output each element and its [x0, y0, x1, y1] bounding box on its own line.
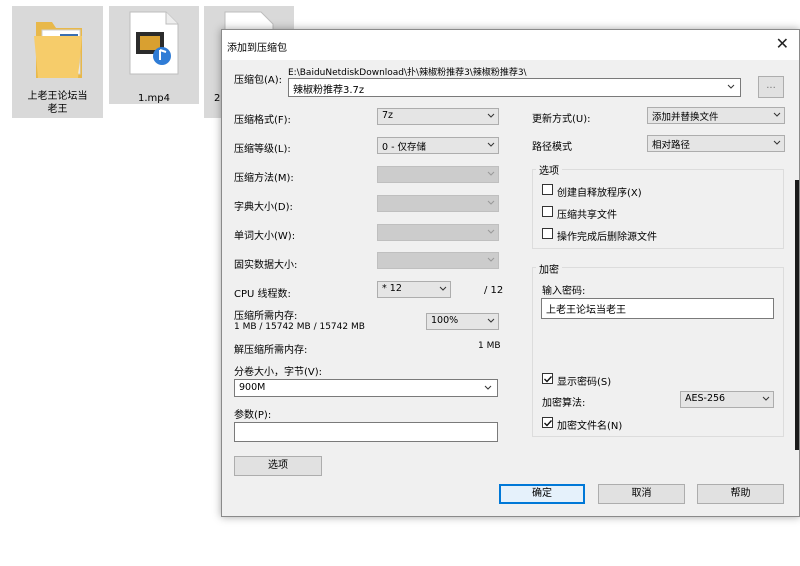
- cpu-value: * 12: [382, 283, 402, 294]
- checkmark-icon: [544, 376, 553, 383]
- level-label: 压缩等级(L):: [234, 144, 291, 155]
- checkmark-icon: [544, 420, 553, 427]
- options-button[interactable]: 选项: [234, 456, 322, 476]
- mem-compress-label: 压缩所需内存:: [234, 311, 298, 322]
- encrypt-method-select[interactable]: AES-256: [680, 391, 774, 408]
- mem-percent-select[interactable]: 100%: [426, 313, 499, 330]
- chevron-down-icon: [487, 112, 495, 119]
- mem-percent-value: 100%: [431, 315, 459, 326]
- volume-label: 分卷大小，字节(V):: [234, 367, 323, 378]
- archive-label: 压缩包(A):: [234, 75, 283, 86]
- chevron-down-icon: [762, 395, 770, 402]
- encrypt-method-label: 加密算法:: [542, 398, 586, 409]
- update-value: 添加并替换文件: [652, 112, 719, 123]
- chevron-down-icon: [487, 170, 495, 177]
- params-label: 参数(P):: [234, 410, 272, 421]
- sfx-label: 创建自释放程序(X): [557, 188, 642, 199]
- level-value: 0 - 仅存储: [382, 142, 427, 153]
- format-value: 7z: [382, 110, 394, 121]
- dialog-title: 添加到压缩包: [227, 43, 287, 54]
- volume-value: 900M: [239, 382, 266, 393]
- word-select[interactable]: [377, 224, 499, 241]
- desktop-file-folder[interactable]: 上老王论坛当老王: [12, 6, 103, 118]
- archive-name-value: 辣椒粉推荐3.7z: [293, 85, 365, 96]
- solid-label: 固实数据大小:: [234, 260, 298, 271]
- format-label: 压缩格式(F):: [234, 115, 291, 126]
- dict-select[interactable]: [377, 195, 499, 212]
- file-label: 1.mp4: [138, 93, 170, 104]
- method-select[interactable]: [377, 166, 499, 183]
- chevron-down-icon: [773, 111, 781, 118]
- encryption-group-title: 加密: [536, 261, 562, 276]
- cpu-label: CPU 线程数:: [234, 289, 291, 300]
- solid-select[interactable]: [377, 252, 499, 269]
- mem-compress-value: 1 MB / 15742 MB / 15742 MB: [234, 322, 365, 332]
- sfx-checkbox[interactable]: [542, 184, 553, 195]
- options-group-title: 选项: [536, 162, 562, 177]
- update-select[interactable]: 添加并替换文件: [647, 107, 785, 124]
- chevron-down-icon: [773, 139, 781, 146]
- shared-checkbox[interactable]: [542, 206, 553, 217]
- title-bar: 添加到压缩包 ✕: [222, 30, 799, 60]
- path-mode-value: 相对路径: [652, 140, 691, 151]
- delete-source-label: 操作完成后删除源文件: [557, 232, 657, 243]
- folder-icon: [34, 22, 82, 78]
- file-label: 上老王论坛当老王: [27, 91, 88, 115]
- archive-name-combo[interactable]: 辣椒粉推荐3.7z: [288, 78, 741, 97]
- chevron-down-icon: [487, 199, 495, 206]
- show-password-checkbox[interactable]: [542, 373, 553, 384]
- encrypt-names-checkbox[interactable]: [542, 417, 553, 428]
- cancel-button[interactable]: 取消: [598, 484, 685, 504]
- chevron-down-icon: [487, 317, 495, 324]
- update-label: 更新方式(U):: [532, 114, 591, 125]
- encrypt-names-label: 加密文件名(N): [557, 421, 623, 432]
- cpu-select[interactable]: * 12: [377, 281, 451, 298]
- ok-button[interactable]: 确定: [499, 484, 585, 504]
- close-icon[interactable]: ✕: [776, 35, 789, 53]
- chevron-down-icon: [727, 84, 735, 89]
- volume-combo[interactable]: 900M: [234, 379, 498, 397]
- add-to-archive-dialog: 添加到压缩包 ✕ 压缩包(A): E:\BaiduNetdiskDownload…: [221, 29, 800, 517]
- password-input[interactable]: 上老王论坛当老王: [541, 298, 774, 319]
- dict-label: 字典大小(D):: [234, 202, 293, 213]
- shared-label: 压缩共享文件: [557, 210, 617, 221]
- chevron-down-icon: [487, 141, 495, 148]
- params-input[interactable]: [234, 422, 498, 442]
- chevron-down-icon: [487, 256, 495, 263]
- background-window-edge: [795, 180, 799, 450]
- help-button[interactable]: 帮助: [697, 484, 784, 504]
- mem-decompress-value: 1 MB: [478, 341, 501, 351]
- encrypt-method-value: AES-256: [685, 393, 726, 404]
- password-label: 输入密码:: [542, 286, 586, 297]
- cpu-total: / 12: [484, 285, 504, 296]
- chevron-down-icon: [439, 285, 447, 292]
- path-mode-label: 路径模式: [532, 142, 572, 153]
- level-select[interactable]: 0 - 仅存储: [377, 137, 499, 154]
- archive-path: E:\BaiduNetdiskDownload\扑\辣椒粉推荐3\辣椒粉推荐3\: [288, 68, 527, 78]
- video-file-icon: [129, 11, 179, 75]
- password-value: 上老王论坛当老王: [546, 305, 626, 316]
- chevron-down-icon: [487, 228, 495, 235]
- path-mode-select[interactable]: 相对路径: [647, 135, 785, 152]
- delete-source-checkbox[interactable]: [542, 228, 553, 239]
- show-password-label: 显示密码(S): [557, 377, 612, 388]
- mem-decompress-label: 解压缩所需内存:: [234, 345, 308, 356]
- word-label: 单词大小(W):: [234, 231, 296, 242]
- desktop-file-mp4[interactable]: 1.mp4: [109, 6, 199, 104]
- browse-button[interactable]: ...: [758, 76, 784, 98]
- format-select[interactable]: 7z: [377, 108, 499, 125]
- chevron-down-icon: [484, 385, 492, 390]
- method-label: 压缩方法(M):: [234, 173, 294, 184]
